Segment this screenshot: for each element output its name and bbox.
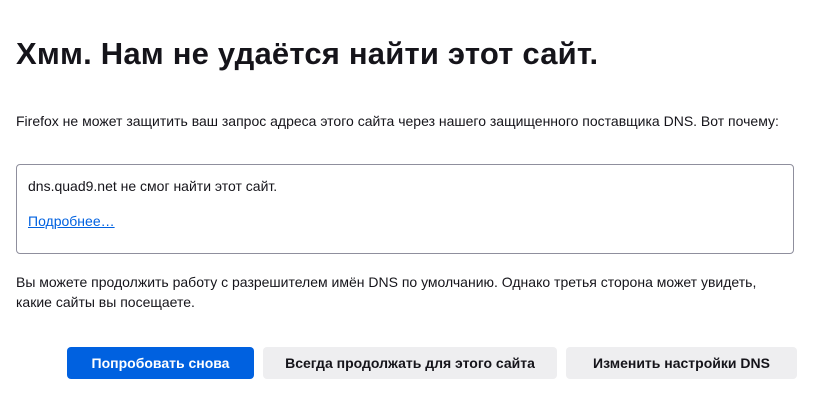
learn-more-link[interactable]: Подробнее… bbox=[28, 211, 115, 231]
error-detail-message: dns.quad9.net не смог найти этот сайт. bbox=[28, 178, 278, 194]
change-dns-settings-button[interactable]: Изменить настройки DNS bbox=[566, 347, 797, 379]
error-detail-box: dns.quad9.net не смог найти этот сайт. П… bbox=[16, 164, 794, 254]
page-title: Хмм. Нам не удаётся найти этот сайт. bbox=[16, 36, 599, 71]
button-row: Попробовать снова Всегда продолжать для … bbox=[0, 347, 827, 379]
try-again-button[interactable]: Попробовать снова bbox=[67, 347, 254, 379]
error-page: Хмм. Нам не удаётся найти этот сайт. Fir… bbox=[0, 0, 827, 417]
always-continue-button[interactable]: Всегда продолжать для этого сайта bbox=[263, 347, 557, 379]
error-description: Firefox не может защитить ваш запрос адр… bbox=[16, 113, 779, 129]
fallback-dns-text: Вы можете продолжить работу с разрешител… bbox=[16, 274, 757, 310]
